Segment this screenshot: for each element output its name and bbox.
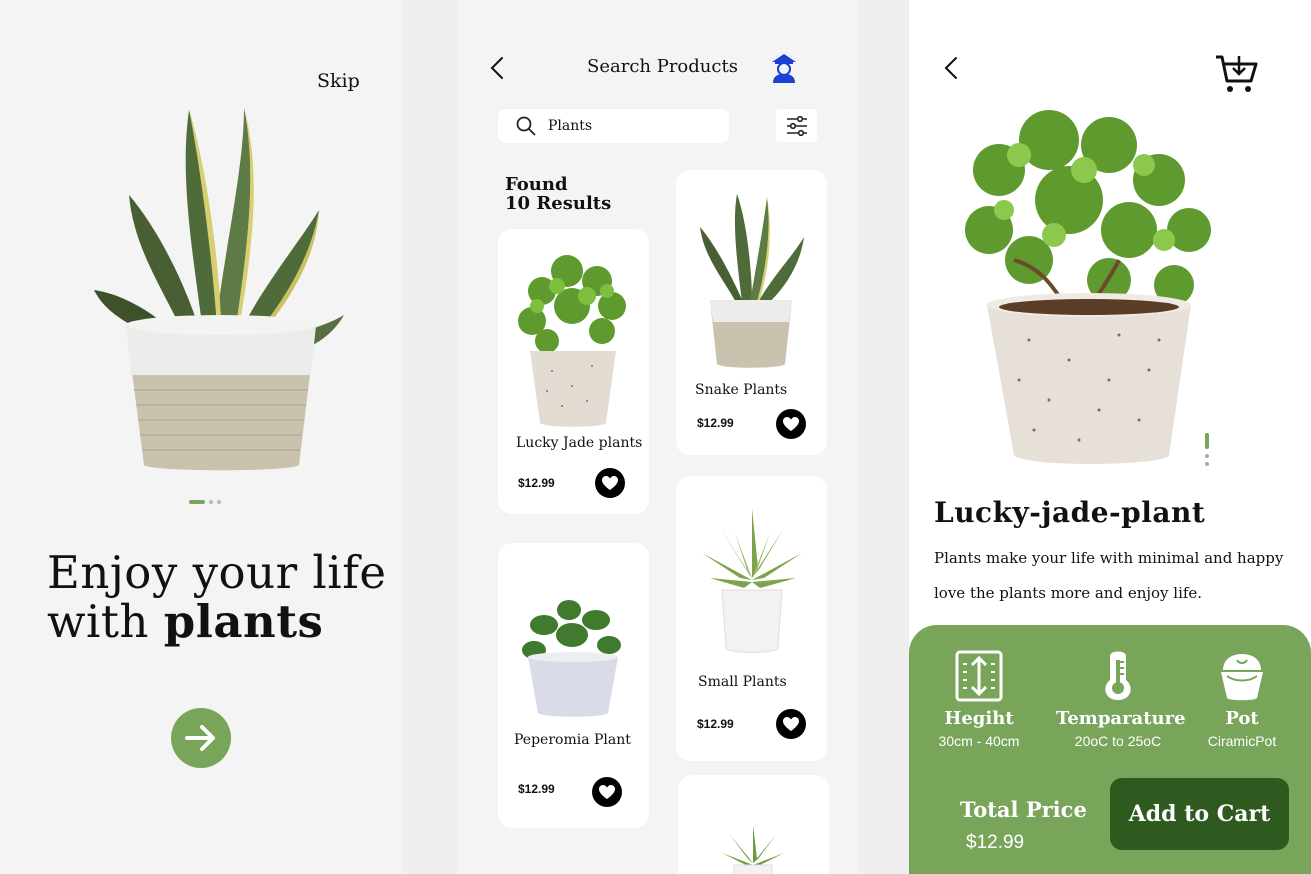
thermometer-icon	[1105, 651, 1131, 700]
product-card[interactable]: Small Plants $12.99	[676, 476, 827, 761]
product-card[interactable]: Peperomia Plant $12.99	[498, 543, 649, 828]
product-card[interactable]	[678, 775, 829, 874]
product-detail-screen: Lucky-jade-plant Plants make your life w…	[909, 0, 1311, 874]
product-name: Lucky Jade plants	[516, 435, 643, 451]
headline-bold: plants	[163, 595, 324, 648]
product-price: $12.99	[518, 782, 555, 796]
spec-label: Pot	[1225, 708, 1259, 729]
arrow-right-icon	[185, 725, 215, 751]
page-dot-active[interactable]	[189, 500, 205, 504]
next-button[interactable]	[171, 708, 231, 768]
page-dot[interactable]	[217, 500, 221, 504]
spec-temperature: Temparature 20oC to 25oC	[1056, 650, 1186, 749]
back-arrow-icon[interactable]	[943, 56, 959, 80]
results-label: 10 Results	[505, 193, 612, 214]
avatar[interactable]	[769, 52, 799, 84]
product-price: $12.99	[518, 476, 555, 490]
spec-height: Hegiht 30cm - 40cm	[927, 650, 1031, 749]
favorite-button[interactable]	[776, 709, 806, 739]
screen-gap	[402, 0, 457, 874]
filter-button[interactable]	[776, 109, 817, 142]
headline-prefix: with	[47, 595, 149, 648]
succulent-plant-image	[722, 825, 784, 874]
product-price: $12.99	[697, 717, 734, 731]
favorite-button[interactable]	[776, 409, 806, 439]
total-price-label: Total Price	[960, 797, 1087, 822]
snake-plant-image	[94, 108, 344, 471]
onboarding-screen: Skip Enjoy your life with plants	[0, 0, 402, 874]
heart-icon	[599, 785, 615, 799]
succulent-plant-image	[702, 508, 802, 653]
heart-icon	[783, 717, 799, 731]
cart-icon[interactable]	[1214, 54, 1258, 94]
headline-line-1: Enjoy your life	[47, 546, 387, 599]
product-card[interactable]: Snake Plants $12.99	[676, 170, 827, 455]
product-name: Snake Plants	[695, 382, 788, 398]
screen-gap	[859, 0, 909, 874]
product-name: Small Plants	[698, 674, 787, 690]
jade-plant-image	[965, 110, 1211, 464]
image-pager[interactable]	[1204, 433, 1210, 469]
search-input[interactable]	[546, 117, 720, 135]
found-label: Found	[505, 174, 568, 195]
spec-value: 20oC to 25oC	[1074, 733, 1162, 749]
heart-icon	[602, 476, 618, 490]
back-arrow-icon[interactable]	[489, 56, 505, 80]
spec-label: Temparature	[1056, 708, 1186, 729]
spec-value: 30cm - 40cm	[938, 733, 1020, 749]
page-dot[interactable]	[209, 500, 213, 504]
peperomia-plant-image	[522, 600, 621, 717]
spec-pot: Pot CiramicPot	[1197, 650, 1287, 749]
favorite-button[interactable]	[595, 468, 625, 498]
sliders-icon	[786, 115, 807, 136]
search-screen: Search Products Found 10 Results	[457, 0, 859, 874]
page-title: Search Products	[587, 56, 738, 77]
product-title: Lucky-jade-plant	[934, 496, 1206, 529]
product-card[interactable]: Lucky Jade plants $12.99	[498, 229, 649, 514]
search-icon	[516, 116, 536, 136]
product-name: Peperomia Plant	[514, 732, 631, 748]
favorite-button[interactable]	[592, 777, 622, 807]
product-price: $12.99	[697, 416, 734, 430]
spec-value: CiramicPot	[1207, 733, 1277, 749]
add-to-cart-button[interactable]: Add to Cart	[1110, 778, 1289, 850]
search-bar	[498, 109, 729, 143]
pot-icon	[1221, 654, 1263, 701]
jade-plant-image	[518, 255, 626, 427]
results-count: Found 10 Results	[505, 175, 611, 213]
heart-icon	[783, 417, 799, 431]
total-price-value: $12.99	[966, 832, 1025, 853]
skip-button[interactable]: Skip	[317, 70, 360, 92]
height-icon	[955, 650, 1003, 702]
headline-line-2: with plants	[47, 597, 387, 646]
page-indicator	[189, 500, 221, 504]
spec-label: Hegiht	[944, 708, 1014, 729]
onboarding-headline: Enjoy your life with plants	[47, 548, 387, 646]
product-description: Plants make your life with minimal and h…	[934, 549, 1284, 602]
snake-plant-image	[700, 194, 804, 368]
